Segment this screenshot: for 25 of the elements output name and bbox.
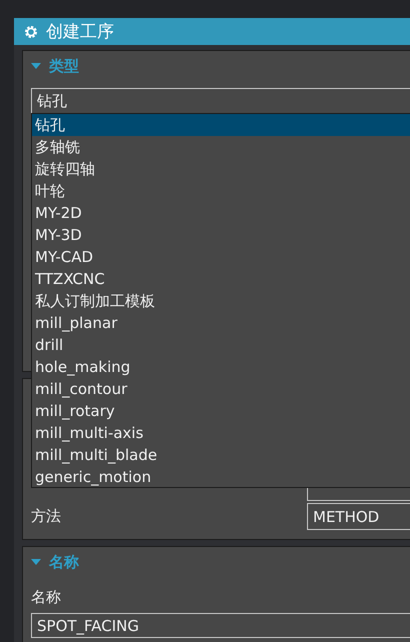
dropdown-item[interactable]: 叶轮 (32, 180, 410, 202)
dropdown-item[interactable]: MY-2D (32, 202, 410, 224)
window-title: 创建工序 (46, 21, 114, 43)
dropdown-item[interactable]: mill_planar (32, 312, 410, 334)
dropdown-item[interactable]: mill_multi_blade (32, 444, 410, 466)
field-label: 名称 (31, 588, 61, 607)
triangle-icon[interactable] (31, 63, 41, 69)
gear-icon (24, 24, 38, 38)
name-input-field[interactable]: SPOT_FACING (31, 613, 410, 638)
dropdown-item[interactable]: 旋转四轴 (32, 158, 410, 180)
dropdown-item[interactable]: mill_multi-axis (32, 422, 410, 444)
field-label: 方法 (31, 507, 62, 526)
dropdown-item[interactable]: 钻孔 (32, 114, 410, 136)
dropdown-item[interactable]: TTZXCNC (32, 268, 410, 290)
dropdown-item[interactable]: MY-CAD (32, 246, 410, 268)
dropdown-item[interactable]: generic_motion (32, 466, 410, 488)
value-dropdown[interactable]: METHOD (307, 503, 410, 530)
dropdown-item[interactable]: 多轴铣 (32, 136, 410, 158)
dropdown-item[interactable]: mill_rotary (32, 400, 410, 422)
dropdown-item[interactable]: 私人订制加工模板 (32, 290, 410, 312)
triangle-icon[interactable] (31, 559, 41, 565)
dropdown-item[interactable]: mill_contour (32, 378, 410, 400)
dropdown-item[interactable]: drill (32, 334, 410, 356)
dropdown-item[interactable]: MY-3D (32, 224, 410, 246)
dropdown-item[interactable]: hole_making (32, 356, 410, 378)
